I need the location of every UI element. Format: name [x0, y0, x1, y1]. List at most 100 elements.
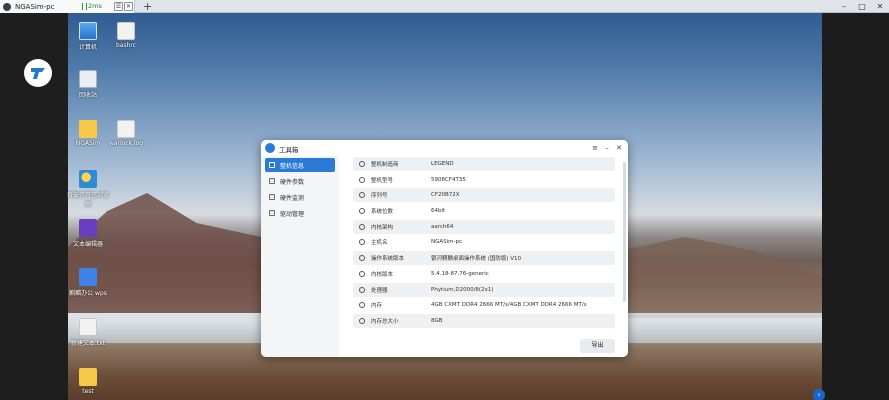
- browser-icon: [79, 170, 97, 188]
- close-icon[interactable]: ✕: [613, 142, 625, 154]
- info-value: LEGEND: [431, 161, 454, 167]
- info-icon: [359, 239, 365, 245]
- app-icon: [3, 2, 11, 11]
- desktop-icon-label: test: [82, 388, 94, 395]
- info-icon: [359, 302, 365, 308]
- info-value: 8GB: [431, 318, 443, 324]
- info-row: 主机名 NGASim-pc: [353, 235, 615, 249]
- menu-icon[interactable]: ≡: [589, 142, 601, 154]
- desktop-icon-label: 麒麟办公 wps: [69, 290, 107, 297]
- file-icon: [117, 22, 135, 40]
- info-value: aarch64: [431, 224, 454, 230]
- info-row: 内存总大小 8GB: [353, 314, 615, 328]
- info-icon: [359, 208, 365, 214]
- info-row: 系统位数 64bit: [353, 204, 615, 218]
- tab-title: NGASim-pc: [15, 2, 55, 11]
- info-icon: [359, 287, 365, 293]
- info-value: 银河麒麟桌面操作系统 (国防版) V10: [431, 256, 522, 262]
- minimize-icon[interactable]: –: [601, 142, 613, 154]
- desktop-icon-test-folder[interactable]: test: [66, 368, 110, 395]
- desktop-icon-label: bashrc: [115, 42, 137, 49]
- logo-icon: [31, 68, 45, 79]
- info-row: 处理器 Phytium,D2000/8(2x1): [353, 283, 615, 297]
- info-label: 整机型号: [371, 178, 394, 184]
- tab-ngasim[interactable]: NGASim-pc 2ms ☰ ✕: [0, 0, 135, 13]
- gauge-icon: [269, 194, 275, 200]
- info-row: 内存 4GB CXMT DDR4 2666 MT/s/4GB CXMT DDR4…: [353, 298, 615, 312]
- minimize-icon[interactable]: –: [835, 0, 853, 13]
- info-value: 64bit: [431, 208, 446, 214]
- info-label: 序列号: [371, 193, 388, 199]
- info-list: 整机制造商 LEGEND 整机型号 5908CF4T35 序列号 CF20B72…: [347, 156, 619, 328]
- info-value: 4GB CXMT DDR4 2666 MT/s/4GB CXMT DDR4 26…: [431, 302, 587, 308]
- info-label: 系统位数: [371, 209, 394, 215]
- desktop-icon-label: 奇安信可信浏览器: [66, 192, 109, 208]
- info-value: NGASim-pc: [431, 239, 463, 245]
- toolbox-logo-icon: [265, 143, 275, 153]
- close-icon[interactable]: ✕: [871, 0, 889, 13]
- scrollbar[interactable]: [623, 162, 626, 302]
- info-row: 整机制造商 LEGEND: [353, 157, 615, 171]
- info-row: 内核架构 aarch64: [353, 220, 615, 234]
- info-value: 5.4.18-87.76-generic: [431, 271, 489, 277]
- desktop-icon-label: 文本编辑器: [72, 241, 103, 248]
- nav-machine-info[interactable]: 整机信息: [265, 158, 335, 172]
- info-icon: [359, 224, 365, 230]
- info-label: 内核版本: [371, 272, 394, 278]
- desktop-icon-browser[interactable]: 奇安信可信浏览器: [66, 170, 110, 208]
- info-icon: [359, 161, 365, 167]
- driver-icon: [269, 210, 275, 216]
- folder-icon: [79, 368, 97, 386]
- desktop-icon-text-editor[interactable]: 文本编辑器: [66, 219, 110, 248]
- info-row: 内核版本 5.4.18-87.76-generic: [353, 267, 615, 281]
- info-label: 操作系统版本: [371, 256, 405, 262]
- info-value: 5908CF4T35: [431, 177, 466, 183]
- desktop-icon-label: 新建文本.txt: [70, 340, 106, 347]
- window-controls: – □ ✕: [835, 0, 889, 13]
- remote-client-logo[interactable]: [24, 59, 52, 87]
- tab-bar: NGASim-pc 2ms ☰ ✕ + – □ ✕: [0, 0, 889, 13]
- info-row: 操作系统版本 银河麒麟桌面操作系统 (国防版) V10: [353, 251, 615, 265]
- desktop-icon-trash[interactable]: 回收站: [66, 70, 110, 99]
- info-value: CF20B72X: [431, 192, 460, 198]
- right-panel: [822, 13, 889, 400]
- signal-icon: [82, 3, 87, 10]
- file-icon: [79, 318, 97, 336]
- desktop-icon-label: 回收站: [78, 92, 97, 99]
- info-icon: [359, 177, 365, 183]
- nav-hardware-monitor[interactable]: 硬件监测: [265, 190, 335, 204]
- info-icon: [359, 318, 365, 324]
- desktop-icon-warlock-log[interactable]: warlock.log: [104, 120, 148, 147]
- nav-label: 硬件监测: [280, 194, 305, 202]
- tab-menu-icon[interactable]: ☰: [114, 2, 123, 11]
- info-label: 主机名: [371, 240, 388, 246]
- info-icon: [359, 255, 365, 261]
- folder-icon: [79, 120, 97, 138]
- toolbox-sidebar: 整机信息 硬件参数 硬件监测 驱动管理: [261, 156, 339, 357]
- info-value: Phytium,D2000/8(2x1): [431, 287, 494, 293]
- expand-icon[interactable]: ‹: [813, 389, 825, 400]
- info-label: 内核架构: [371, 225, 394, 231]
- desktop-icon-label: warlock.log: [108, 140, 144, 147]
- nav-label: 硬件参数: [280, 178, 305, 186]
- monitor-icon: [269, 162, 275, 168]
- tab-close-icon[interactable]: ✕: [124, 2, 133, 11]
- desktop-icon-wps[interactable]: 麒麟办公 wps: [66, 268, 110, 297]
- computer-icon: [79, 22, 97, 40]
- info-label: 内存: [371, 303, 383, 309]
- maximize-icon[interactable]: □: [853, 0, 871, 13]
- ping-label: 2ms: [88, 2, 102, 10]
- nav-label: 驱动管理: [280, 210, 305, 218]
- desktop-icon-new-doc[interactable]: 新建文本.txt: [66, 318, 110, 347]
- nav-driver-manager[interactable]: 驱动管理: [265, 206, 335, 220]
- nav-label: 整机信息: [280, 162, 305, 170]
- desktop-icon-bashrc[interactable]: bashrc: [104, 22, 148, 49]
- toolbox-title: 工具箱: [279, 146, 299, 154]
- toolbox-window-controls: ≡ – ✕: [589, 142, 625, 154]
- nav-hardware-params[interactable]: 硬件参数: [265, 174, 335, 188]
- info-label: 处理器: [371, 288, 388, 294]
- export-button[interactable]: 导出: [580, 339, 615, 353]
- file-icon: [117, 120, 135, 138]
- new-tab-icon[interactable]: +: [143, 0, 152, 13]
- toolbox-titlebar: 工具箱 ≡ – ✕: [261, 140, 628, 156]
